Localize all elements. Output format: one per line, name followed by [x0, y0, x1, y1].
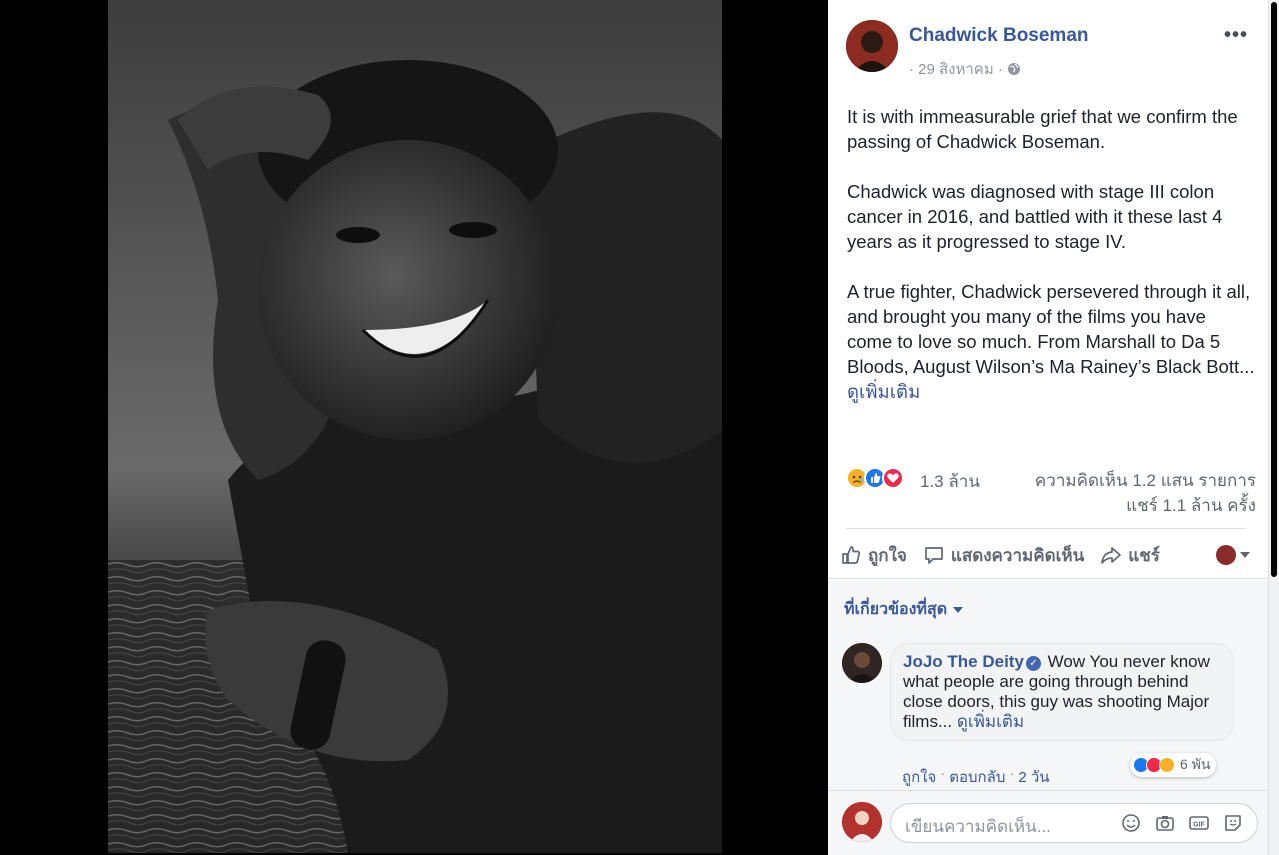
divider	[828, 578, 1268, 579]
post-panel: Chadwick Boseman · 29 สิงหาคม · ••• It i…	[828, 0, 1268, 855]
scrollbar[interactable]	[1268, 0, 1279, 855]
profile-avatar	[1216, 545, 1236, 565]
emoji-icon[interactable]	[1120, 812, 1142, 834]
comment-label: แสดงความคิดเห็น	[950, 545, 1085, 565]
post-paragraph: It is with immeasurable grief that we co…	[847, 106, 1238, 152]
comment-composer: เขียนความคิดเห็น... GIF	[842, 802, 1258, 844]
divider	[846, 528, 1245, 529]
comment-icon	[925, 547, 943, 564]
see-more-link[interactable]: ดูเพิ่มเติม	[847, 381, 920, 402]
sticker-icon[interactable]	[1222, 812, 1244, 834]
comment-like-link[interactable]: ถูกใจ	[902, 765, 936, 789]
chevron-down-icon	[1240, 552, 1250, 558]
black-and-white-portrait-image	[108, 0, 722, 853]
sad-reaction-icon	[1159, 757, 1175, 773]
comment-sort-dropdown[interactable]: ที่เกี่ยวข้องที่สุด	[844, 597, 964, 622]
commenter-avatar[interactable]	[842, 643, 882, 683]
reaction-count[interactable]: 1.3 ล้าน	[920, 468, 980, 495]
comment-button[interactable]: แสดงความคิดเห็น	[923, 542, 1084, 569]
share-button[interactable]: แชร์	[1100, 542, 1160, 569]
post-meta: · 29 สิงหาคม ·	[909, 57, 1021, 81]
commenter-name[interactable]: JoJo The Deity	[903, 652, 1024, 671]
globe-icon	[1007, 62, 1021, 76]
divider	[828, 790, 1268, 791]
scrollbar-thumb[interactable]	[1271, 2, 1277, 577]
like-button[interactable]: ถูกใจ	[840, 542, 907, 569]
more-options-icon[interactable]: •••	[1224, 24, 1248, 47]
share-arrow-icon	[1101, 547, 1122, 564]
action-bar: ถูกใจ แสดงความคิดเห็น แชร์	[840, 540, 1256, 570]
comment-actions: ถูกใจ · ตอบกลับ · 2 วัน	[902, 765, 1050, 789]
comment-reaction-count: 6 พัน	[1180, 756, 1211, 772]
camera-icon[interactable]	[1154, 812, 1176, 834]
author-avatar[interactable]	[846, 20, 898, 72]
post-header: Chadwick Boseman · 29 สิงหาคม · •••	[846, 20, 1266, 78]
comment-reactions[interactable]: 6 พัน	[1130, 753, 1217, 777]
thumbs-up-icon	[842, 546, 861, 564]
post-photo[interactable]	[108, 0, 722, 853]
verified-badge-icon: ✓	[1025, 656, 1041, 671]
post-paragraph-text: A true fighter, Chadwick persevered thro…	[847, 281, 1255, 377]
comment-time[interactable]: 2 วัน	[1018, 765, 1049, 789]
comment-reply-link[interactable]: ตอบกลับ	[949, 765, 1005, 789]
love-reaction-icon	[882, 467, 904, 489]
chevron-down-icon	[953, 606, 964, 613]
post-date[interactable]: · 29 สิงหาคม ·	[909, 57, 1003, 81]
composer-tools: GIF	[1120, 812, 1244, 834]
audience-selector[interactable]	[1216, 545, 1250, 565]
svg-text:GIF: GIF	[1193, 822, 1205, 829]
reaction-icons[interactable]	[846, 467, 904, 489]
post-text: It is with immeasurable grief that we co…	[847, 104, 1255, 429]
author-name[interactable]: Chadwick Boseman	[909, 25, 1089, 47]
comment-see-more-link[interactable]: ดูเพิ่มเติม	[957, 712, 1024, 731]
gif-icon[interactable]: GIF	[1188, 812, 1210, 834]
reactions-summary: 1.3 ล้าน ความคิดเห็น 1.2 แสน รายการ แชร์…	[846, 464, 1256, 524]
like-label: ถูกใจ	[868, 545, 907, 565]
comment-count[interactable]: ความคิดเห็น 1.2 แสน รายการ	[1035, 467, 1256, 494]
comment-bubble: JoJo The Deity ✓ Wow You never know what …	[890, 643, 1234, 741]
separator: ·	[1009, 765, 1015, 782]
current-user-avatar	[842, 802, 882, 842]
share-label: แชร์	[1128, 545, 1160, 565]
share-count[interactable]: แชร์ 1.1 ล้าน ครั้ง	[1126, 492, 1256, 519]
post-paragraph: A true fighter, Chadwick persevered thro…	[847, 279, 1255, 404]
separator: ·	[940, 765, 946, 782]
photo-viewer	[0, 0, 828, 855]
post-paragraph: Chadwick was diagnosed with stage III co…	[847, 181, 1223, 252]
comment-sort-label: ที่เกี่ยวข้องที่สุด	[844, 601, 948, 618]
